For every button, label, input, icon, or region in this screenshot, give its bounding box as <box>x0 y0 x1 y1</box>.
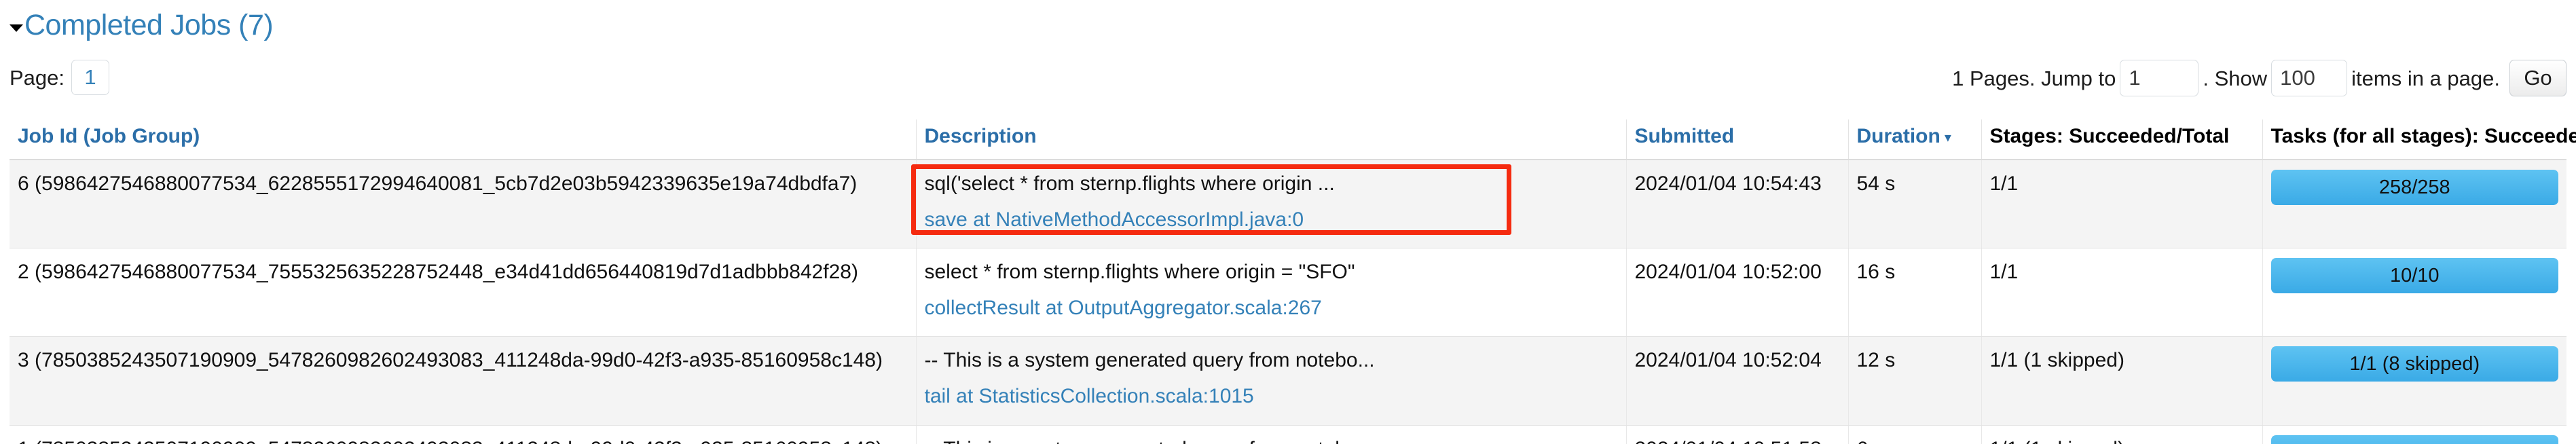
description-text: sql('select * from sternp.flights where … <box>924 172 1335 195</box>
items-in-page-label: items in a page. <box>2351 66 2500 90</box>
items-per-page-input[interactable] <box>2271 60 2348 96</box>
table-row: 3 (7850385243507190909_54782609826024930… <box>10 336 2566 426</box>
tasks-progress-label: 10/10 <box>2389 265 2440 287</box>
page-controls-group: 1 Pages. Jump to . Show items in a page.… <box>1948 60 2566 96</box>
go-button[interactable]: Go <box>2509 60 2566 96</box>
description-link[interactable]: tail at StatisticsCollection.scala:1015 <box>925 382 1618 411</box>
cell-description: -- This is a system generated query from… <box>915 425 1626 444</box>
tasks-progress-bar: 1/1 (8 skipped) <box>2270 346 2558 382</box>
cell-stages: 1/1 (1 skipped) <box>1981 425 2262 444</box>
completed-jobs-section-header[interactable]: Completed Jobs (7) <box>10 9 274 41</box>
cell-submitted: 2024/01/04 10:51:58 <box>1625 425 1848 444</box>
cell-stages: 1/1 (1 skipped) <box>1981 336 2262 426</box>
description-text: -- This is a system generated query from… <box>924 349 1375 372</box>
description-text: select * from sternp.flights where origi… <box>924 261 1355 284</box>
tasks-progress-label: 258/258 <box>2378 177 2450 198</box>
cell-job-id: 1 (7850385243507190909_54782609826024930… <box>10 425 916 444</box>
tasks-progress-bar: 1/1 (8 skipped) <box>2270 434 2559 444</box>
table-row: 6 (5986427546880077534_62285551729946400… <box>10 160 2566 249</box>
triangle-down-icon[interactable] <box>10 24 23 32</box>
cell-job-id: 6 (5986427546880077534_62285551729946400… <box>10 160 916 249</box>
column-header-submitted[interactable]: Submitted <box>1625 119 1848 160</box>
cell-duration: 16 s <box>1847 248 1981 337</box>
cell-description: select * from sternp.flights where origi… <box>915 248 1626 337</box>
completed-jobs-table-wrapper: Job Id (Job Group) Description Submitted… <box>10 119 2576 444</box>
jump-to-page-input[interactable] <box>2120 60 2199 96</box>
table-header: Job Id (Job Group) Description Submitted… <box>10 119 2576 160</box>
cell-stages: 1/1 <box>1981 248 2262 337</box>
pages-count-label: 1 Pages. Jump to <box>1952 66 2116 90</box>
table-row: 1 (7850385243507190909_54782609826024930… <box>10 425 2566 444</box>
tasks-progress-bar: 10/10 <box>2270 258 2558 294</box>
column-header-job-id[interactable]: Job Id (Job Group) <box>10 119 916 160</box>
cell-job-id: 2 (5986427546880077534_75553256352287524… <box>10 248 916 337</box>
completed-jobs-table: Job Id (Job Group) Description Submitted… <box>10 119 2576 444</box>
column-header-description[interactable]: Description <box>915 119 1626 160</box>
cell-tasks: 258/258 <box>2262 160 2566 249</box>
page-indicator-group: Page: 1 <box>10 60 110 95</box>
page-label: Page: <box>10 65 65 90</box>
column-header-duration-label: Duration <box>1856 125 1940 147</box>
description-link[interactable]: collectResult at OutputAggregator.scala:… <box>925 294 1618 323</box>
pagination-bar: Page: 1 1 Pages. Jump to . Show items in… <box>0 60 2576 102</box>
current-page-button[interactable]: 1 <box>71 60 110 95</box>
cell-stages: 1/1 <box>1981 160 2262 249</box>
sort-descending-icon: ▾ <box>1944 130 1951 145</box>
cell-duration: 6 s <box>1847 425 1981 444</box>
table-body: 6 (5986427546880077534_62285551729946400… <box>10 160 2566 444</box>
cell-duration: 12 s <box>1847 336 1981 426</box>
cell-submitted: 2024/01/04 10:54:43 <box>1625 160 1848 249</box>
description-link[interactable]: save at NativeMethodAccessorImpl.java:0 <box>925 206 1618 235</box>
cell-tasks: 10/10 <box>2262 248 2566 337</box>
tasks-progress-bar: 258/258 <box>2270 170 2558 205</box>
cell-tasks: 1/1 (8 skipped) <box>2262 425 2566 444</box>
table-row: 2 (5986427546880077534_75553256352287524… <box>10 248 2566 337</box>
tasks-progress-label: 1/1 (8 skipped) <box>2271 435 2559 444</box>
column-header-duration[interactable]: Duration ▾ <box>1847 119 1981 160</box>
column-header-tasks: Tasks (for all stages): Succeeded/Total <box>2262 119 2576 160</box>
cell-submitted: 2024/01/04 10:52:04 <box>1625 336 1848 426</box>
cell-duration: 54 s <box>1847 160 1981 249</box>
cell-description: sql('select * from sternp.flights where … <box>915 160 1626 249</box>
cell-tasks: 1/1 (8 skipped) <box>2262 336 2566 426</box>
cell-submitted: 2024/01/04 10:52:00 <box>1625 248 1848 337</box>
show-label: . Show <box>2203 66 2268 90</box>
cell-job-id: 3 (7850385243507190909_54782609826024930… <box>10 336 916 426</box>
description-text: -- This is a system generated query from… <box>925 435 1618 444</box>
table-header-row: Job Id (Job Group) Description Submitted… <box>10 119 2576 160</box>
cell-description: -- This is a system generated query from… <box>915 336 1626 426</box>
spark-completed-jobs-page: Completed Jobs (7) Page: 1 1 Pages. Jump… <box>0 0 2576 444</box>
tasks-progress-label: 1/1 (8 skipped) <box>2349 353 2480 375</box>
column-header-stages: Stages: Succeeded/Total <box>1981 119 2262 160</box>
page-title: Completed Jobs (7) <box>24 9 274 41</box>
